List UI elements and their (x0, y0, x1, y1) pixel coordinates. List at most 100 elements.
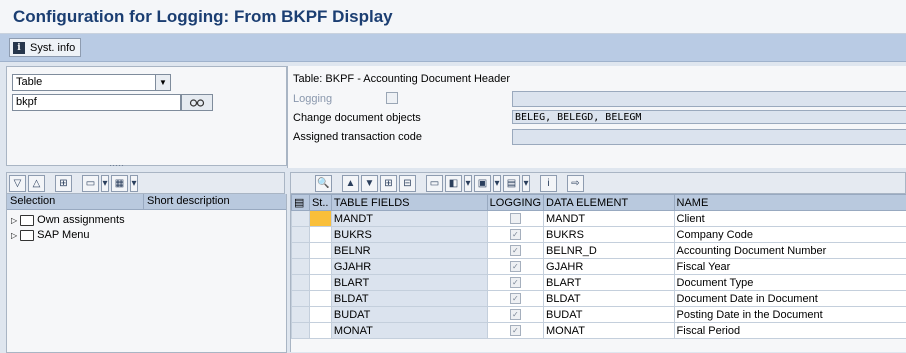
find-icon[interactable]: ⊞ (380, 175, 397, 192)
data-element-cell[interactable]: MONAT (544, 323, 675, 339)
logging-cell[interactable]: ✓ (487, 323, 543, 339)
status-cell[interactable] (309, 323, 331, 339)
row-selector[interactable] (292, 243, 310, 259)
name-cell[interactable]: Fiscal Year (674, 259, 906, 275)
data-element-cell[interactable]: BUDAT (544, 307, 675, 323)
column-header-data-element[interactable]: DATA ELEMENT (544, 195, 675, 211)
table-field-cell[interactable]: BLART (331, 275, 487, 291)
tree-item-sap-menu[interactable]: ▷ SAP Menu (7, 228, 286, 243)
tree-column-selection[interactable]: Selection (7, 194, 144, 209)
expand-arrow-icon[interactable]: ▷ (11, 213, 17, 228)
details-icon[interactable]: 🔍 (315, 175, 332, 192)
table-row[interactable]: MANDT MANDT Client (292, 211, 906, 227)
views-icon[interactable]: ◧ (445, 175, 462, 192)
layout-icon[interactable]: ▤ (503, 175, 520, 192)
navigate-icon[interactable]: ⇨ (567, 175, 584, 192)
name-cell[interactable]: Company Code (674, 227, 906, 243)
info-icon[interactable]: i (540, 175, 557, 192)
expand-icon[interactable]: ▽ (9, 175, 26, 192)
find-icon[interactable]: ⊞ (55, 175, 72, 192)
table-field-cell[interactable]: MONAT (331, 323, 487, 339)
chevron-down-icon[interactable]: ▼ (155, 75, 170, 90)
logging-cell[interactable]: ✓ (487, 243, 543, 259)
logging-checkbox[interactable] (510, 213, 521, 224)
table-field-cell[interactable]: BELNR (331, 243, 487, 259)
table-row[interactable]: BUKRS ✓ BUKRS Company Code (292, 227, 906, 243)
logging-checkbox[interactable]: ✓ (510, 229, 521, 240)
logging-checkbox[interactable]: ✓ (510, 245, 521, 256)
table-row[interactable]: BUDAT ✓ BUDAT Posting Date in the Docume… (292, 307, 906, 323)
status-cell[interactable] (309, 243, 331, 259)
logging-cell[interactable]: ✓ (487, 275, 543, 291)
row-selector[interactable] (292, 227, 310, 243)
collapse-icon[interactable]: △ (28, 175, 45, 192)
layout-grid-icon[interactable]: ▦ (111, 175, 128, 192)
status-cell[interactable] (309, 259, 331, 275)
name-cell[interactable]: Document Date in Document (674, 291, 906, 307)
status-cell[interactable] (309, 211, 331, 227)
data-element-cell[interactable]: BLART (544, 275, 675, 291)
column-header-table-fields[interactable]: TABLE FIELDS (331, 195, 487, 211)
logging-cell[interactable] (487, 211, 543, 227)
display-button[interactable] (181, 94, 213, 111)
views-menu-chevron-icon[interactable]: ▾ (464, 175, 472, 192)
print-icon[interactable]: ▭ (82, 175, 99, 192)
tree-item-own-assignments[interactable]: ▷ Own assignments (7, 213, 286, 228)
status-cell[interactable] (309, 291, 331, 307)
find-next-icon[interactable]: ⊟ (399, 175, 416, 192)
column-header-status[interactable]: St.. (309, 195, 331, 211)
filter-icon[interactable]: ▼ (361, 175, 378, 192)
row-selector[interactable] (292, 259, 310, 275)
row-selector[interactable] (292, 211, 310, 227)
export-icon[interactable]: ▣ (474, 175, 491, 192)
table-field-cell[interactable]: BLDAT (331, 291, 487, 307)
table-row[interactable]: BLDAT ✓ BLDAT Document Date in Document (292, 291, 906, 307)
logging-checkbox[interactable]: ✓ (510, 309, 521, 320)
logging-cell[interactable]: ✓ (487, 227, 543, 243)
status-cell[interactable] (309, 275, 331, 291)
tree-column-description[interactable]: Short description (144, 194, 286, 209)
status-cell[interactable] (309, 227, 331, 243)
logging-checkbox[interactable]: ✓ (510, 325, 521, 336)
data-element-cell[interactable]: BLDAT (544, 291, 675, 307)
logging-checkbox[interactable]: ✓ (510, 261, 521, 272)
row-selector[interactable] (292, 323, 310, 339)
select-all-icon[interactable]: ▤ (292, 195, 310, 211)
table-row[interactable]: BELNR ✓ BELNR_D Accounting Document Numb… (292, 243, 906, 259)
row-selector[interactable] (292, 307, 310, 323)
table-field-cell[interactable]: BUKRS (331, 227, 487, 243)
logging-cell[interactable]: ✓ (487, 291, 543, 307)
export-menu-chevron-icon[interactable]: ▾ (493, 175, 501, 192)
name-cell[interactable]: Accounting Document Number (674, 243, 906, 259)
table-field-cell[interactable]: BUDAT (331, 307, 487, 323)
column-header-logging[interactable]: LOGGING (487, 195, 543, 211)
table-row[interactable]: BLART ✓ BLART Document Type (292, 275, 906, 291)
data-element-cell[interactable]: GJAHR (544, 259, 675, 275)
table-field-cell[interactable]: MANDT (331, 211, 487, 227)
logging-checkbox[interactable] (386, 92, 398, 104)
table-field-cell[interactable]: GJAHR (331, 259, 487, 275)
layout-menu-chevron-icon[interactable]: ▾ (130, 175, 138, 192)
syst-info-button[interactable]: i Syst. info (9, 38, 81, 57)
print-menu-chevron-icon[interactable]: ▾ (101, 175, 109, 192)
row-selector[interactable] (292, 275, 310, 291)
logging-cell[interactable]: ✓ (487, 259, 543, 275)
logging-checkbox[interactable]: ✓ (510, 277, 521, 288)
logging-checkbox[interactable]: ✓ (510, 293, 521, 304)
status-cell[interactable] (309, 307, 331, 323)
table-row[interactable]: MONAT ✓ MONAT Fiscal Period (292, 323, 906, 339)
print-icon[interactable]: ▭ (426, 175, 443, 192)
sort-ascending-icon[interactable]: ▲ (342, 175, 359, 192)
name-cell[interactable]: Fiscal Period (674, 323, 906, 339)
name-cell[interactable]: Document Type (674, 275, 906, 291)
row-selector[interactable] (292, 291, 310, 307)
object-name-input[interactable]: bkpf (12, 94, 181, 111)
column-header-name[interactable]: NAME (674, 195, 906, 211)
table-row[interactable]: GJAHR ✓ GJAHR Fiscal Year (292, 259, 906, 275)
splitter-handle[interactable] (0, 165, 285, 168)
expand-arrow-icon[interactable]: ▷ (11, 228, 17, 243)
logging-cell[interactable]: ✓ (487, 307, 543, 323)
data-element-cell[interactable]: BELNR_D (544, 243, 675, 259)
name-cell[interactable]: Client (674, 211, 906, 227)
layout-menu-chevron-icon[interactable]: ▾ (522, 175, 530, 192)
